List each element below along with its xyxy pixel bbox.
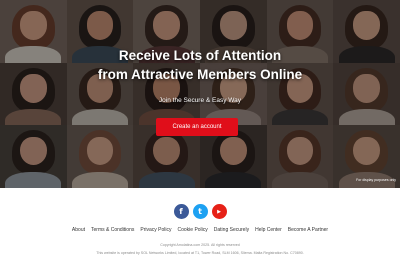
hero-subline: Join the Secure & Easy Way bbox=[158, 97, 242, 104]
twitter-icon[interactable]: t bbox=[192, 204, 208, 219]
youtube-icon-glyph: ▶ bbox=[217, 208, 221, 215]
copyright-text: Copyright Amolatina.com 2025. All rights… bbox=[160, 243, 240, 247]
facebook-icon[interactable]: f bbox=[173, 204, 189, 219]
facebook-icon-glyph: f bbox=[179, 207, 183, 216]
display-purposes-note: For display purposes only bbox=[356, 178, 396, 182]
footer-link[interactable]: Cookie Policy bbox=[177, 227, 207, 233]
footer-link[interactable]: Become A Partner bbox=[288, 227, 328, 233]
operator-text: This website is operated by SOL Networks… bbox=[96, 251, 304, 255]
footer-link[interactable]: Privacy Policy bbox=[140, 227, 171, 233]
hero-headline-line1: Receive Lots of Attention bbox=[118, 48, 282, 63]
create-account-button[interactable]: Create an account bbox=[156, 118, 238, 136]
hero-headline: Receive Lots of Attention from Attractiv… bbox=[0, 46, 400, 84]
footer-nav: About Terms & Conditions Privacy Policy Coo… bbox=[0, 227, 400, 233]
footer-link[interactable]: Help Center bbox=[255, 227, 282, 233]
footer-link[interactable]: Terms & Conditions bbox=[91, 227, 134, 233]
footer-link[interactable]: About bbox=[72, 227, 85, 233]
youtube-icon[interactable]: ▶ bbox=[211, 204, 227, 219]
hero-headline-line2: from Attractive Members Online bbox=[97, 67, 303, 82]
hero-overlay bbox=[0, 0, 400, 188]
twitter-icon-glyph: t bbox=[198, 207, 202, 216]
footer-link[interactable]: Dating Securely bbox=[214, 227, 249, 233]
hero-section: Receive Lots of Attention from Attractiv… bbox=[0, 0, 400, 188]
social-links: f t ▶ bbox=[0, 204, 400, 220]
